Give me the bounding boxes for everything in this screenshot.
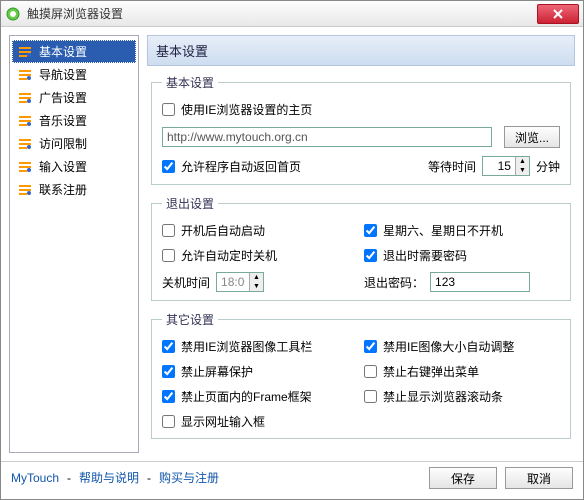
footer: MyTouch - 帮助与说明 - 购买与注册 保存 取消 xyxy=(1,461,583,493)
sidebar-item-register[interactable]: 联系注册 xyxy=(12,178,136,201)
use-ie-home-checkbox[interactable] xyxy=(162,103,175,116)
disable-frames-label[interactable]: 禁止页面内的Frame框架 xyxy=(181,388,312,405)
disable-rightclick-label[interactable]: 禁止右键弹出菜单 xyxy=(383,363,479,380)
save-button[interactable]: 保存 xyxy=(429,467,497,489)
close-button[interactable] xyxy=(537,4,579,24)
nav-icon xyxy=(17,92,33,104)
other-group: 其它设置 禁用IE浏览器图像工具栏 禁用IE图像大小自动调整 禁止屏幕保护 禁止… xyxy=(151,311,571,439)
disable-screensaver-label[interactable]: 禁止屏幕保护 xyxy=(181,363,253,380)
need-pwd-label[interactable]: 退出时需要密码 xyxy=(383,247,467,264)
nav-icon xyxy=(17,161,33,173)
auto-return-checkbox[interactable] xyxy=(162,160,175,173)
sidebar-item-access[interactable]: 访问限制 xyxy=(12,132,136,155)
wait-label: 等待时间 xyxy=(428,158,476,175)
settings-window: 触摸屏浏览器设置 基本设置 导航设置 广告设置 音乐设置 xyxy=(0,0,584,500)
auto-start-label[interactable]: 开机后自动启动 xyxy=(181,222,265,239)
spin-down-icon[interactable]: ▼ xyxy=(516,166,529,175)
nav-icon xyxy=(17,138,33,150)
spin-up-icon[interactable]: ▲ xyxy=(250,273,263,282)
disable-ie-toolbar-label[interactable]: 禁用IE浏览器图像工具栏 xyxy=(181,338,312,355)
exit-legend: 退出设置 xyxy=(162,195,218,212)
sidebar-item-nav[interactable]: 导航设置 xyxy=(12,63,136,86)
panel-header: 基本设置 xyxy=(147,35,575,66)
spin-up-icon[interactable]: ▲ xyxy=(516,157,529,166)
main-panel: 基本设置 基本设置 使用IE浏览器设置的主页 浏览... 允许程序自动返回首页 xyxy=(147,35,575,453)
sidebar-item-music[interactable]: 音乐设置 xyxy=(12,109,136,132)
nav-icon xyxy=(17,69,33,81)
disable-scrollbar-label[interactable]: 禁止显示浏览器滚动条 xyxy=(383,388,503,405)
sidebar-item-label: 联系注册 xyxy=(39,181,87,198)
sidebar-item-label: 广告设置 xyxy=(39,89,87,106)
disable-frames-checkbox[interactable] xyxy=(162,390,175,403)
sidebar-item-label: 基本设置 xyxy=(39,43,87,60)
basic-group: 基本设置 使用IE浏览器设置的主页 浏览... 允许程序自动返回首页 等待时间 xyxy=(151,74,571,185)
cancel-button[interactable]: 取消 xyxy=(505,467,573,489)
need-pwd-checkbox[interactable] xyxy=(364,249,377,262)
sep: - xyxy=(147,471,151,485)
panel-body: 基本设置 使用IE浏览器设置的主页 浏览... 允许程序自动返回首页 等待时间 xyxy=(147,66,575,453)
shutdown-time-label: 关机时间 xyxy=(162,274,210,291)
weekend-off-checkbox[interactable] xyxy=(364,224,377,237)
shutdown-time-spinner[interactable]: ▲▼ xyxy=(216,272,264,292)
disable-screensaver-checkbox[interactable] xyxy=(162,365,175,378)
content-area: 基本设置 导航设置 广告设置 音乐设置 访问限制 输入设置 xyxy=(1,27,583,461)
app-icon xyxy=(5,6,21,22)
titlebar: 触摸屏浏览器设置 xyxy=(1,1,583,27)
wait-time-spinner[interactable]: ▲▼ xyxy=(482,156,530,176)
nav-icon xyxy=(17,115,33,127)
auto-shutdown-checkbox[interactable] xyxy=(162,249,175,262)
help-link[interactable]: 帮助与说明 xyxy=(79,469,139,486)
sidebar-item-ads[interactable]: 广告设置 xyxy=(12,86,136,109)
auto-shutdown-label[interactable]: 允许自动定时关机 xyxy=(181,247,277,264)
brand-link[interactable]: MyTouch xyxy=(11,471,59,485)
other-legend: 其它设置 xyxy=(162,311,218,328)
disable-rightclick-checkbox[interactable] xyxy=(364,365,377,378)
window-title: 触摸屏浏览器设置 xyxy=(27,5,537,22)
buy-link[interactable]: 购买与注册 xyxy=(159,469,219,486)
sidebar-item-label: 导航设置 xyxy=(39,66,87,83)
sidebar-item-input[interactable]: 输入设置 xyxy=(12,155,136,178)
homepage-url-input[interactable] xyxy=(162,127,492,147)
disable-ie-resize-checkbox[interactable] xyxy=(364,340,377,353)
sidebar-item-label: 音乐设置 xyxy=(39,112,87,129)
sidebar-item-label: 输入设置 xyxy=(39,158,87,175)
wait-unit: 分钟 xyxy=(536,158,560,175)
disable-scrollbar-checkbox[interactable] xyxy=(364,390,377,403)
nav-icon xyxy=(17,184,33,196)
wait-time-input[interactable] xyxy=(483,157,515,175)
auto-start-checkbox[interactable] xyxy=(162,224,175,237)
sidebar-item-basic[interactable]: 基本设置 xyxy=(12,40,136,63)
basic-legend: 基本设置 xyxy=(162,74,218,91)
exit-pwd-input[interactable] xyxy=(430,272,530,292)
exit-pwd-label: 退出密码： xyxy=(364,274,424,291)
exit-group: 退出设置 开机后自动启动 星期六、星期日不开机 允许自动定时关机 退出时需要密码… xyxy=(151,195,571,301)
disable-ie-toolbar-checkbox[interactable] xyxy=(162,340,175,353)
auto-return-label[interactable]: 允许程序自动返回首页 xyxy=(181,158,301,175)
spin-down-icon[interactable]: ▼ xyxy=(250,282,263,291)
shutdown-time-input[interactable] xyxy=(217,273,249,291)
disable-ie-resize-label[interactable]: 禁用IE图像大小自动调整 xyxy=(383,338,514,355)
weekend-off-label[interactable]: 星期六、星期日不开机 xyxy=(383,222,503,239)
browse-button[interactable]: 浏览... xyxy=(504,126,560,148)
show-url-input-checkbox[interactable] xyxy=(162,415,175,428)
use-ie-home-label[interactable]: 使用IE浏览器设置的主页 xyxy=(181,101,312,118)
nav-icon xyxy=(17,46,33,58)
sidebar-item-label: 访问限制 xyxy=(39,135,87,152)
sep: - xyxy=(67,471,71,485)
show-url-input-label[interactable]: 显示网址输入框 xyxy=(181,413,265,430)
sidebar: 基本设置 导航设置 广告设置 音乐设置 访问限制 输入设置 xyxy=(9,35,139,453)
